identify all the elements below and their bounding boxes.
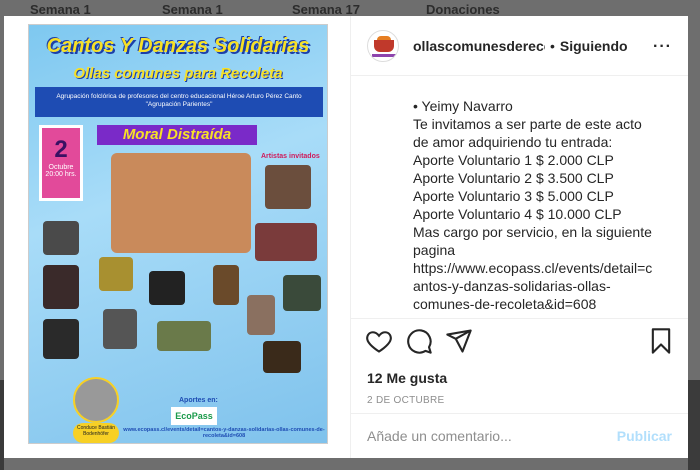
poster-artists-heading: Artistas invitados (261, 153, 320, 160)
caption-line: Aporte Voluntario 1 $ 2.000 CLP (413, 152, 614, 168)
caption-line: pagina (413, 242, 456, 258)
caption-line: Mas cargo por servicio, en la siguiente (413, 224, 652, 240)
background-thumbnail (688, 380, 700, 470)
caption-area: • Yeimy Navarro Te invitamos a ser parte… (351, 77, 688, 333)
poster-band-line: Agrupación folclórica de profesores del … (56, 93, 302, 100)
comment-input[interactable] (367, 428, 617, 444)
likes-count[interactable]: 12 Me gusta (367, 370, 447, 386)
background-tab: Semana 17 (292, 2, 360, 17)
caption-line: Aporte Voluntario 4 $ 10.000 CLP (413, 206, 622, 222)
poster-band-line: "Agrupación Parientes" (145, 101, 213, 109)
caption-link[interactable]: https://www.ecopass.cl/events/detail=c (413, 259, 676, 277)
artist-photo (263, 341, 301, 373)
caption-line: Aporte Voluntario 3 $ 5.000 CLP (413, 188, 614, 204)
artist-photo (213, 265, 239, 305)
background-tab: Semana 1 (30, 2, 91, 17)
heart-icon[interactable] (365, 327, 393, 355)
comment-icon[interactable] (405, 327, 433, 355)
artist-photo (149, 271, 185, 305)
publish-button[interactable]: Publicar (617, 428, 672, 444)
poster-date-month: Octubre (48, 164, 74, 171)
poster-title: Cantos Y Danzas Solidarias (46, 35, 310, 57)
avatar-pot-shape (374, 39, 394, 52)
artist-photo (247, 295, 275, 335)
poster-date-time: 20:00 hrs. (45, 171, 77, 178)
event-poster: Cantos Y Danzas Solidarias Ollas comunes… (28, 24, 328, 444)
post-sidebar: ollascomunesderecoleta • Siguiendo ··· •… (350, 16, 688, 458)
caption-line: Te invitamos a ser parte de este acto (413, 116, 642, 132)
ecopass-logo: EcoPass (171, 407, 217, 425)
artist-photo (283, 275, 321, 311)
caption-link[interactable]: antos-y-danzas-solidarias-ollas- (413, 277, 676, 295)
avatar-text-shape (372, 53, 396, 57)
comment-bar: Publicar (351, 413, 688, 458)
caption-line: de amor adquiriendo tu entrada: (413, 134, 613, 150)
poster-host: Conduce Bastián Bodenhöfer (73, 423, 119, 443)
more-horizontal-icon[interactable]: ··· (653, 38, 672, 56)
post-actions (351, 318, 688, 364)
poster-aportes: Aportes en: (179, 397, 218, 404)
caption-line: • Yeimy Navarro (413, 98, 513, 114)
artist-photo (43, 319, 79, 359)
background-tab: Donaciones (426, 2, 500, 17)
following-button[interactable]: Siguiendo (560, 38, 628, 54)
artist-photo (157, 321, 211, 351)
artist-photo (99, 257, 133, 291)
caption-link[interactable]: comunes-de-recoleta&id=608 (413, 295, 676, 313)
artist-photo (255, 223, 317, 261)
host-photo (73, 377, 119, 423)
separator-dot: • (550, 37, 555, 54)
username-link[interactable]: ollascomunesderecoleta (413, 38, 545, 54)
post-header: ollascomunesderecoleta • Siguiendo ··· (351, 16, 688, 76)
artist-photo (43, 221, 79, 255)
post-date[interactable]: 2 DE OCTUBRE (367, 395, 445, 406)
poster-subtitle: Ollas comunes para Recoleta (73, 65, 283, 82)
background-tabs: Semana 1 Semana 1 Semana 17 Donaciones (0, 0, 700, 17)
post-modal: Cantos Y Danzas Solidarias Ollas comunes… (4, 16, 688, 458)
poster-url: www.ecopass.cl/events/detail=cantos-y-da… (123, 427, 325, 439)
post-image: Cantos Y Danzas Solidarias Ollas comunes… (4, 16, 350, 458)
poster-headliner: Moral Distraída (97, 125, 257, 145)
caption-line: Aporte Voluntario 2 $ 3.500 CLP (413, 170, 614, 186)
artist-photo (265, 165, 311, 209)
poster-date: 2 Octubre 20:00 hrs. (39, 125, 83, 201)
artist-photo (43, 265, 79, 309)
bookmark-icon[interactable] (647, 327, 675, 355)
background-tab: Semana 1 (162, 2, 223, 17)
poster-band: Agrupación folclórica de profesores del … (35, 87, 323, 117)
share-icon[interactable] (445, 327, 473, 355)
avatar[interactable] (367, 29, 399, 62)
artist-photo (103, 309, 137, 349)
band-photo (111, 153, 251, 253)
poster-date-day: 2 (54, 136, 68, 163)
